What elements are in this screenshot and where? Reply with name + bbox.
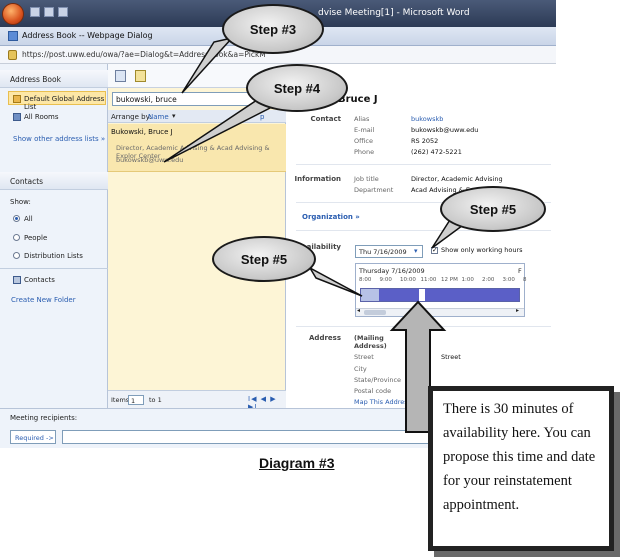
step5-bubble-left: Step #5 (212, 236, 316, 282)
step3-pointer (181, 36, 235, 94)
step4-pointer (163, 97, 274, 163)
step5-bubble-right: Step #5 (440, 186, 546, 232)
step5-pointer-left (307, 266, 363, 297)
step4-bubble: Step #4 (246, 64, 348, 112)
step3-bubble: Step #3 (222, 4, 324, 54)
availability-callout: There is 30 minutes of availability here… (428, 386, 614, 551)
diagram-caption: Diagram #3 (259, 455, 335, 471)
